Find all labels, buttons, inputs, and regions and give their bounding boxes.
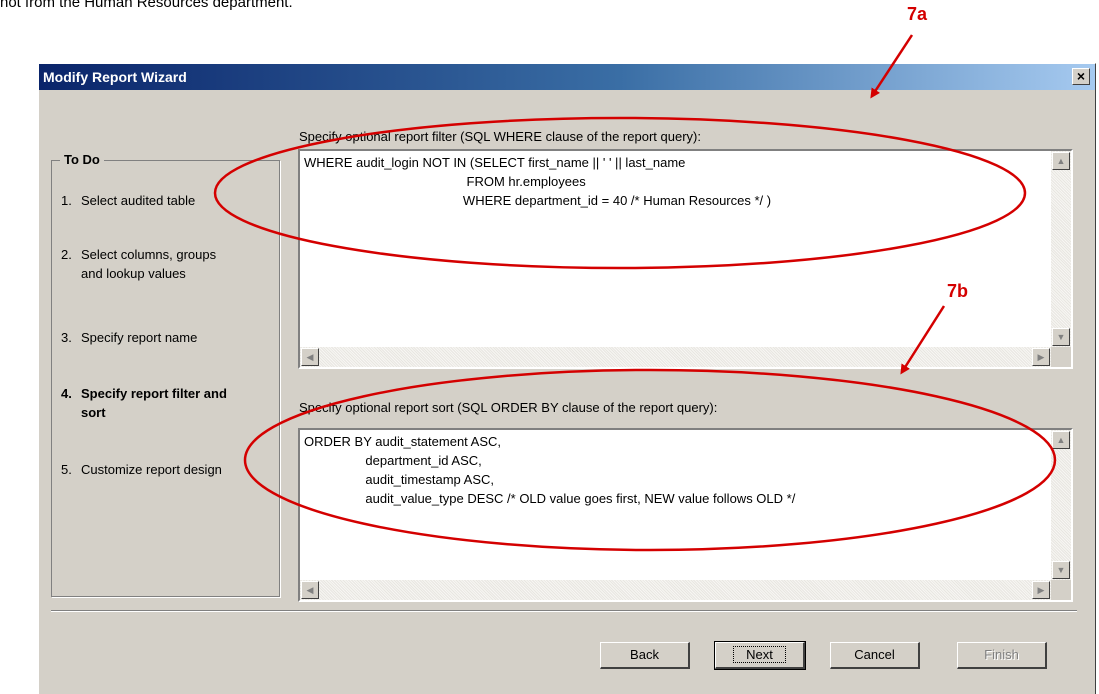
todo-step-5: 5. Customize report design <box>61 460 222 479</box>
step-label: Select audited table <box>81 193 196 208</box>
step-number: 2. <box>61 247 72 262</box>
intro-text: not from the Human Resources department. <box>0 0 293 11</box>
close-button[interactable]: × <box>1072 68 1090 85</box>
finish-label: Finish <box>984 647 1019 662</box>
down-arrow-icon[interactable]: ▼ <box>1052 561 1070 579</box>
close-icon: × <box>1076 68 1086 84</box>
todo-heading: To Do <box>60 152 104 167</box>
step-label: Specify report name <box>81 330 198 345</box>
title-bar[interactable]: Modify Report Wizard × <box>39 64 1095 90</box>
scroll-corner <box>1051 347 1071 367</box>
annotation-7b-label: 7b <box>947 281 969 301</box>
next-label: Next <box>733 646 786 663</box>
filter-text[interactable]: WHERE audit_login NOT IN (SELECT first_n… <box>304 153 1045 345</box>
step-label: Specify report filter and sort <box>81 386 227 420</box>
up-arrow-icon[interactable]: ▲ <box>1052 431 1070 449</box>
todo-step-1: 1. Select audited table <box>61 191 195 210</box>
cancel-label: Cancel <box>854 647 895 662</box>
step-number: 1. <box>61 193 72 208</box>
sort-text[interactable]: ORDER BY audit_statement ASC, department… <box>304 432 1045 578</box>
todo-step-3: 3. Specify report name <box>61 328 197 347</box>
cancel-button[interactable]: Cancel <box>830 642 920 669</box>
up-arrow-icon[interactable]: ▲ <box>1052 152 1070 170</box>
todo-group <box>51 160 280 597</box>
step-number: 3. <box>61 330 72 345</box>
sort-label: Specify optional report sort (SQL ORDER … <box>299 400 718 415</box>
left-arrow-icon[interactable]: ◀ <box>301 348 319 366</box>
filter-vertical-scrollbar[interactable]: ▲ ▼ <box>1051 151 1071 347</box>
sort-horizontal-scrollbar[interactable]: ◀ ▶ <box>300 580 1051 600</box>
left-arrow-icon[interactable]: ◀ <box>301 581 319 599</box>
next-button[interactable]: Next <box>714 641 806 670</box>
sort-textarea[interactable]: ORDER BY audit_statement ASC, department… <box>298 428 1073 602</box>
scroll-corner <box>1051 580 1071 600</box>
filter-horizontal-scrollbar[interactable]: ◀ ▶ <box>300 347 1051 367</box>
step-label: Select columns, groups and lookup values <box>81 247 217 281</box>
modify-report-wizard-dialog: Modify Report Wizard × To Do 1. Select au… <box>38 63 1096 694</box>
back-button[interactable]: Back <box>600 642 690 669</box>
sort-vertical-scrollbar[interactable]: ▲ ▼ <box>1051 430 1071 580</box>
back-label: Back <box>630 647 659 662</box>
step-number: 5. <box>61 462 72 477</box>
step-number: 4. <box>61 386 72 401</box>
todo-step-4: 4. Specify report filter and sort <box>61 384 227 422</box>
annotation-7a-label: 7a <box>907 4 928 24</box>
todo-step-2: 2. Select columns, groups and lookup valu… <box>61 245 216 283</box>
right-arrow-icon[interactable]: ▶ <box>1032 348 1050 366</box>
filter-textarea[interactable]: WHERE audit_login NOT IN (SELECT first_n… <box>298 149 1073 369</box>
down-arrow-icon[interactable]: ▼ <box>1052 328 1070 346</box>
right-arrow-icon[interactable]: ▶ <box>1032 581 1050 599</box>
button-separator <box>51 610 1077 612</box>
step-label: Customize report design <box>81 462 222 477</box>
dialog-title: Modify Report Wizard <box>43 69 187 85</box>
filter-label: Specify optional report filter (SQL WHER… <box>299 129 701 144</box>
finish-button: Finish <box>957 642 1047 669</box>
